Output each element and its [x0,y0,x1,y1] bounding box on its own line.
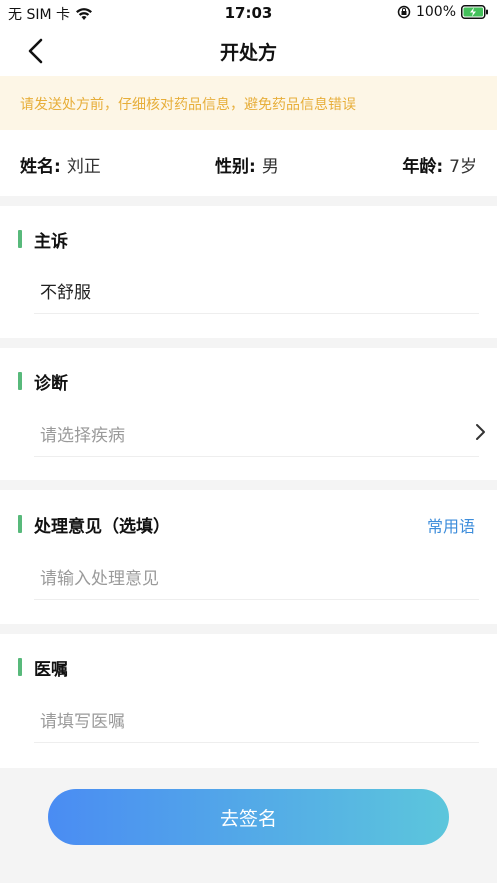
diagnosis-section: 诊断 请选择疾病 [0,348,497,480]
divider [34,599,479,600]
diagnosis-select[interactable]: 请选择疾病 [40,421,125,446]
section-marker [18,658,22,676]
patient-gender: 性别: 男 [215,152,279,177]
orientation-lock-icon [397,5,411,19]
treatment-section: 处理意见（选填） 常用语 请输入处理意见 [0,490,497,624]
patient-info: 姓名: 刘正 性别: 男 年龄: 7岁 [0,130,497,196]
divider [34,313,479,314]
complaint-section: 主诉 不舒服 [0,206,497,338]
section-marker [18,230,22,248]
bottom-bar: 去签名 [0,768,497,883]
age-label: 年龄: [402,157,444,177]
advice-section: 医嘱 请填写医嘱 [0,634,497,768]
age-value: 7岁 [449,157,477,177]
chevron-right-icon[interactable] [473,423,487,441]
complaint-input[interactable]: 不舒服 [40,278,91,303]
gender-value: 男 [261,157,279,177]
patient-name: 姓名: 刘正 [20,152,101,177]
complaint-title: 主诉 [34,232,68,252]
patient-age: 年龄: 7岁 [402,152,477,177]
divider [34,742,479,743]
page-title: 开处方 [219,42,277,64]
treatment-input[interactable]: 请输入处理意见 [40,564,159,589]
common-phrases-link[interactable]: 常用语 [427,513,475,537]
battery-percent: 100% [415,4,456,20]
battery-charging-icon [461,5,488,19]
nav-bar: 开处方 [0,26,497,76]
advice-title: 医嘱 [34,660,68,680]
status-right: 100% [397,4,489,20]
gender-label: 性别: [215,157,256,177]
treatment-title: 处理意见（选填） [34,517,170,537]
status-bar: 无 SIM 卡 17:03 100% [0,0,497,26]
warning-banner: 请发送处方前，仔细核对药品信息，避免药品信息错误 [0,76,497,130]
section-marker [18,372,22,390]
section-marker [18,515,22,533]
advice-input[interactable]: 请填写医嘱 [40,707,125,732]
name-label: 姓名: [20,157,61,177]
divider [34,456,479,457]
sign-button[interactable]: 去签名 [48,789,449,845]
name-value: 刘正 [66,157,101,177]
diagnosis-title: 诊断 [34,374,68,394]
warning-text: 请发送处方前，仔细核对药品信息，避免药品信息错误 [20,97,356,113]
